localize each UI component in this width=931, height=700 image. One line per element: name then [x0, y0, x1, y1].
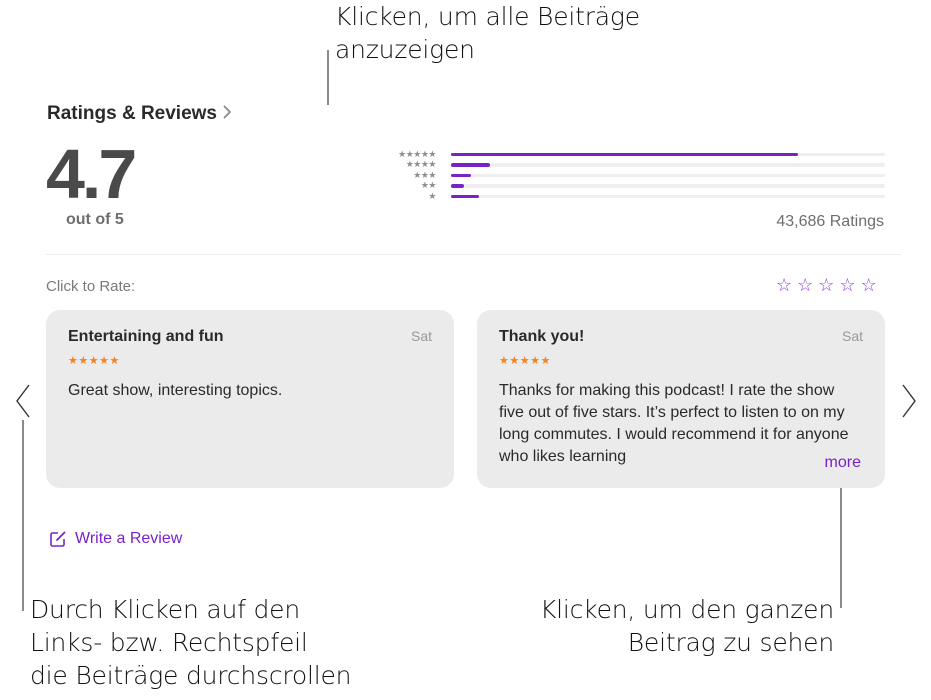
- review-stars: ★★★★★: [499, 355, 551, 367]
- compose-icon: [50, 531, 66, 547]
- star-outline-icon[interactable]: ☆: [776, 275, 792, 295]
- ratings-reviews-title: Ratings & Reviews: [47, 103, 217, 124]
- star-outline-icon[interactable]: ☆: [861, 275, 877, 295]
- callout-view-all: Klicken, um alle Beiträge anzuzeigen: [335, 0, 640, 66]
- review-body: Great show, interesting topics.: [68, 382, 283, 399]
- previous-review-button[interactable]: [12, 383, 34, 424]
- review-title: Thank you!: [499, 328, 585, 345]
- review-card[interactable]: Thank you! Sat ★★★★★ Thanks for making t…: [477, 310, 885, 488]
- callout-scroll-arrows: Durch Klicken auf den Links- bzw. Rechts…: [30, 593, 352, 692]
- histogram-row: ★★★: [393, 170, 885, 181]
- average-rating: 4.7: [46, 135, 137, 213]
- histogram-row: ★★★★★: [393, 149, 885, 160]
- histogram-row: ★★: [393, 181, 885, 192]
- click-to-rate-label: Click to Rate:: [46, 278, 136, 295]
- histogram-row: ★★★★: [393, 160, 885, 171]
- chevron-right-icon: [223, 103, 232, 125]
- review-date: Sat: [841, 328, 863, 344]
- write-review-button[interactable]: Write a Review: [49, 530, 182, 548]
- review-stars: ★★★★★: [68, 355, 120, 367]
- histogram-bar: [451, 194, 480, 198]
- histogram-star-label: ★★★★★: [398, 148, 436, 159]
- star-outline-icon[interactable]: ☆: [839, 275, 855, 295]
- callout-line: Durch Klicken auf den: [30, 595, 300, 624]
- histogram-track: [451, 152, 885, 156]
- histogram-track: [451, 194, 885, 198]
- rate-stars: ☆ ☆ ☆ ☆ ☆: [776, 275, 877, 295]
- callout-line: Klicken, um den ganzen: [539, 595, 834, 624]
- review-card[interactable]: Entertaining and fun Sat ★★★★★ Great sho…: [46, 310, 454, 488]
- ratings-reviews-link[interactable]: Ratings & Reviews: [47, 103, 232, 125]
- histogram-row: ★: [393, 191, 885, 202]
- callout-line: Links- bzw. Rechtspfeil: [30, 628, 308, 657]
- callout-line: anzuzeigen: [335, 35, 475, 64]
- histogram-track: [451, 173, 885, 177]
- star-outline-icon[interactable]: ☆: [818, 275, 834, 295]
- star-outline-icon[interactable]: ☆: [797, 275, 813, 295]
- histogram-track: [451, 163, 885, 167]
- divider: [46, 254, 901, 255]
- callout-leader-line: [22, 420, 24, 611]
- write-review-label: Write a Review: [75, 530, 183, 547]
- more-button[interactable]: more: [796, 454, 861, 472]
- review-date: Sat: [410, 328, 432, 344]
- histogram-bar: [451, 184, 465, 188]
- histogram-bar: [451, 152, 799, 156]
- histogram-bar: [451, 163, 491, 167]
- callout-line: Beitrag zu sehen: [627, 628, 834, 657]
- histogram-star-label: ★★★: [413, 169, 436, 180]
- callout-leader-line: [327, 50, 329, 105]
- chevron-right-icon: [902, 384, 916, 418]
- chevron-left-icon: [16, 384, 30, 418]
- histogram-star-label: ★★★★: [405, 159, 437, 170]
- histogram-bar: [451, 173, 471, 177]
- histogram-star-label: ★★: [420, 180, 437, 191]
- out-of-label: out of 5: [66, 211, 124, 228]
- callout-more: Klicken, um den ganzen Beitrag zu sehen: [540, 593, 834, 659]
- next-review-button[interactable]: [898, 383, 920, 424]
- rating-histogram: ★★★★★ ★★★★ ★★★ ★★ ★: [393, 149, 885, 202]
- callout-line: Klicken, um alle Beiträge: [335, 2, 640, 31]
- histogram-track: [451, 184, 885, 188]
- callout-line: die Beiträge durchscrollen: [30, 661, 352, 690]
- histogram-star-label: ★: [428, 190, 436, 201]
- review-title: Entertaining and fun: [68, 328, 224, 345]
- callout-leader-line: [840, 476, 842, 608]
- ratings-count: 43,686 Ratings: [776, 213, 884, 230]
